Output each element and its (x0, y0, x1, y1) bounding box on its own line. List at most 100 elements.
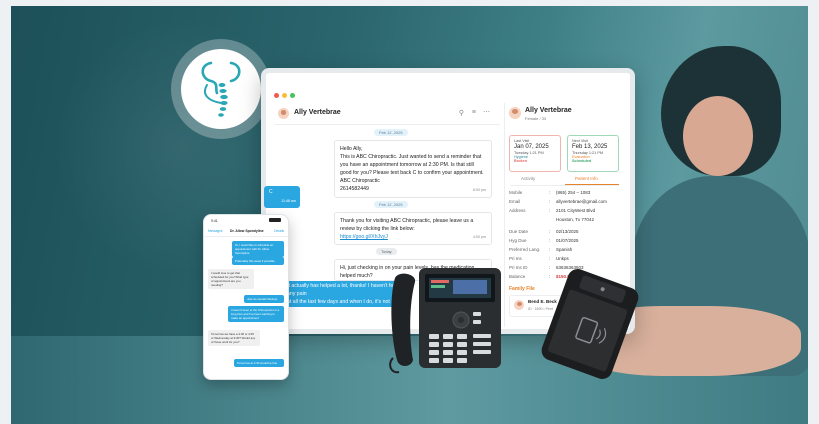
reply-time: 11:48 am (281, 199, 296, 203)
message-line: you have an appointment tomorrow at 2:30… (340, 162, 474, 168)
message-line: It actually has helped a lot, thanks! I … (287, 283, 396, 297)
patient-subtitle: Female / 33 (525, 116, 547, 121)
spine-icon (201, 61, 241, 117)
patient-reply-bubble: It actually has helped a lot, thanks! I … (283, 281, 405, 321)
message-line: at all the last few days and when I do, … (287, 299, 397, 313)
field-preferred-lang: Preferred Lang.: Spanish (509, 247, 623, 256)
field-label: Balance (509, 274, 526, 279)
field-colon: : (549, 190, 551, 195)
field-address-line-2: Houston, Tx 77042 (509, 217, 623, 226)
card-label: Last Visit (514, 139, 530, 143)
tab-activity[interactable]: Activity (521, 176, 535, 181)
phone-back-link[interactable]: Messages (208, 229, 223, 233)
window-maximize-dot[interactable] (290, 93, 295, 98)
desk-phone-device (389, 268, 501, 374)
field-colon: : (549, 238, 551, 243)
card-status: Scheduled (572, 159, 592, 163)
field-value: Spanish (556, 247, 573, 252)
field-pri-ins: Pri Ins: Unkps (509, 256, 623, 265)
tab-patient-info[interactable]: Patient Info (575, 176, 598, 181)
family-member-avatar (514, 300, 524, 310)
contact-name: Ally Vertebrae (294, 109, 341, 116)
message-time: 4:00 pm (473, 235, 486, 239)
field-value: Houston, Tx 77042 (556, 217, 594, 222)
field-label: Email (509, 199, 521, 204)
card-date: Feb 13, 2025 (572, 144, 608, 150)
field-value: 2101 CityWest Blvd (556, 208, 596, 213)
tabs-divider (511, 185, 619, 186)
message-line: good for you? Please text back C to conf… (340, 170, 484, 176)
message-line: Hello Ally, (340, 146, 363, 152)
phone-message-out: Preferably this week if possible (232, 257, 284, 265)
field-value: Unkps (556, 256, 569, 261)
date-chip: Feb 12, 2025 (374, 129, 408, 136)
message-line: Thank you for visiting ABC Chiropractic,… (340, 218, 474, 224)
field-value: (865) 254 – 1083 (556, 190, 591, 195)
phone-message-out: Just an overall checkup (244, 295, 284, 303)
field-email: Email: allyvertebrae@gmail.com (509, 199, 623, 208)
card-status: Broken (514, 159, 528, 163)
message-line: it was. Still I'm feeling great! (287, 315, 352, 321)
family-file-title: Family File (509, 286, 535, 292)
conversation-header: Ally Vertebrae ⚲ ≡ ⋯ (274, 103, 500, 125)
message-time: 6:00 pm (473, 188, 486, 192)
window-minimize-dot[interactable] (282, 93, 287, 98)
patient-avatar (509, 107, 521, 119)
field-hyg-due: Hyg Due:01/07/2025 (509, 238, 623, 247)
battery-icon (269, 218, 281, 222)
phone-message-out: I haven't been to the Chiropractor in a … (228, 306, 284, 322)
last-visit-card[interactable]: Last Visit Jan 07, 2025 Tuesday 1:21 PM … (509, 135, 561, 172)
field-label: Due Date (509, 229, 529, 234)
field-value: allyvertebrae@gmail.com (556, 199, 607, 204)
field-due-date: Due Date:02/13/2025 (509, 229, 623, 238)
phone-message-in: Tomorrow we have a 2:30 or 4:45 or Wedne… (208, 330, 260, 346)
field-colon: : (549, 229, 551, 234)
family-member-sub: ID · 1890 • Pent (528, 307, 553, 311)
field-colon: : (549, 247, 551, 252)
more-options-icon[interactable]: ⋯ (483, 108, 490, 116)
hero-banner: Ally Vertebrae ⚲ ≡ ⋯ Feb 12, 2025 Hello … (11, 6, 808, 424)
field-colon: : (549, 199, 551, 204)
date-chip: Feb 12, 2025 (374, 201, 408, 208)
message-line: 2614582449 (340, 186, 369, 192)
message-line: ABC Chiropractic (340, 178, 380, 184)
card-label: Next Visit (572, 139, 588, 143)
family-member-name: Bend E. Beck (528, 299, 557, 304)
field-label: Pri Ins ID (509, 265, 528, 270)
message-line: This is ABC Chiropractic. Just wanted to… (340, 154, 482, 160)
incoming-reply-bubble: C 11:48 am (264, 186, 300, 208)
message-bubble: Hello Ally, This is ABC Chiropractic. Ju… (334, 140, 492, 198)
field-colon: : (549, 274, 551, 279)
phone-header-divider (204, 236, 288, 237)
background-practitioner-face (683, 96, 753, 176)
card-date: Jan 07, 2025 (514, 144, 549, 150)
review-link[interactable]: https://goo.gl/XhJvyJ (340, 234, 388, 240)
patient-name: Ally Vertebrae (525, 107, 572, 114)
spine-logo-badge (171, 39, 271, 139)
patient-tabs: Activity Patient Info (511, 176, 619, 186)
phone-message-out: Tomorrow at 2:30 would be fine (234, 359, 284, 367)
field-label: Mobile (509, 190, 523, 195)
search-icon[interactable]: ⚲ (459, 109, 464, 117)
next-visit-card[interactable]: Next Visit Feb 13, 2025 Thursday 1:21 PM… (567, 135, 619, 172)
filter-icon[interactable]: ≡ (472, 109, 476, 116)
phone-message-in: I would love to get that scheduled for y… (208, 269, 254, 289)
field-label: Preferred Lang. (509, 247, 541, 252)
field-label: Address (509, 208, 526, 213)
field-mobile: Mobile: (865) 254 – 1083 (509, 190, 623, 199)
contact-avatar (278, 108, 289, 119)
field-colon: : (549, 208, 551, 213)
field-colon: : (549, 265, 551, 270)
date-chip: Today (376, 248, 397, 255)
field-label: Pri Ins (509, 256, 522, 261)
reply-text: C (269, 189, 273, 195)
message-line: review by clicking the link below: (340, 226, 415, 232)
window-close-dot[interactable] (274, 93, 279, 98)
mobile-phone: 9:41 Messages Dr. Allow Spondyline Detai… (203, 214, 289, 380)
field-value: 02/13/2025 (556, 229, 579, 234)
message-bubble: Thank you for visiting ABC Chiropractic,… (334, 212, 492, 245)
field-address: Address:2101 CityWest Blvd (509, 208, 623, 217)
phone-details-link[interactable]: Details (274, 229, 284, 233)
field-value: 01/07/2025 (556, 238, 579, 243)
field-colon: : (549, 256, 551, 261)
